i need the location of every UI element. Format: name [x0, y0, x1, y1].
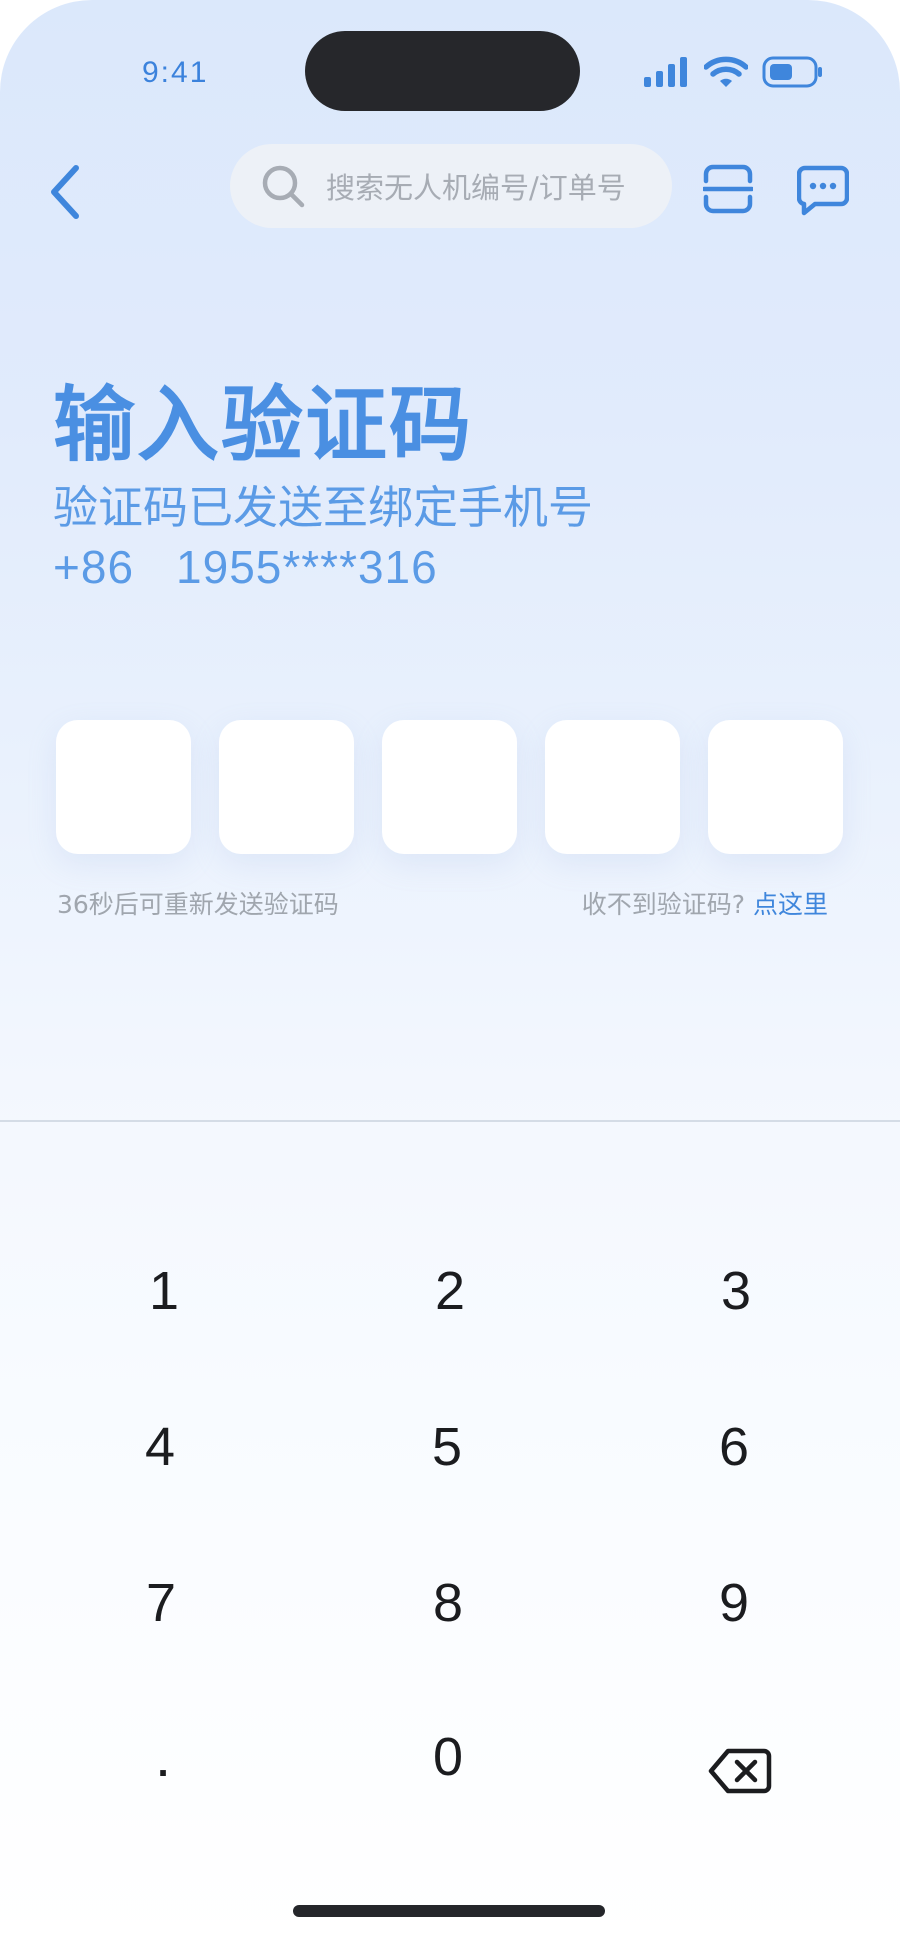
dynamic-island	[305, 31, 580, 111]
code-digit-box-1[interactable]	[56, 720, 191, 854]
status-icons	[644, 54, 824, 90]
code-input-group	[56, 720, 846, 854]
phone-screen: 9:41 搜索无人机编号/订单号 输入验证码 验证码已发送至绑定手机号 +86 …	[0, 0, 900, 1945]
search-icon	[262, 165, 305, 208]
key-2[interactable]: 2	[330, 1226, 570, 1356]
key-0[interactable]: 0	[328, 1692, 568, 1822]
no-code-label: 收不到验证码?	[581, 890, 746, 919]
cellular-signal-icon	[644, 57, 687, 87]
page-title: 输入验证码	[53, 378, 474, 473]
code-digit-box-3[interactable]	[382, 720, 517, 854]
key-delete[interactable]	[620, 1706, 860, 1836]
key-8[interactable]: 8	[328, 1538, 568, 1668]
key-1[interactable]: 1	[44, 1226, 284, 1356]
message-icon[interactable]	[797, 164, 849, 216]
home-indicator	[293, 1905, 605, 1917]
key-6[interactable]: 6	[614, 1382, 854, 1512]
code-digit-box-5[interactable]	[708, 720, 843, 854]
back-chevron-icon[interactable]	[44, 160, 92, 224]
scan-icon[interactable]	[703, 164, 753, 214]
key-dot[interactable]: .	[43, 1698, 283, 1828]
wifi-icon	[704, 56, 748, 87]
backspace-icon	[708, 1748, 772, 1794]
phone-number: +86 1955****316	[53, 540, 438, 594]
resend-countdown: 36秒后可重新发送验证码	[57, 890, 339, 919]
battery-icon	[762, 56, 822, 88]
help-text: 收不到验证码? 点这里	[582, 885, 828, 921]
help-link[interactable]: 点这里	[753, 890, 828, 919]
keypad-divider	[0, 1120, 900, 1122]
sent-to-text: 验证码已发送至绑定手机号	[53, 481, 594, 534]
key-5[interactable]: 5	[327, 1382, 567, 1512]
key-3[interactable]: 3	[616, 1226, 856, 1356]
masked-phone: 1955****316	[176, 541, 438, 593]
key-7[interactable]: 7	[41, 1538, 281, 1668]
code-digit-box-4[interactable]	[545, 720, 680, 854]
search-placeholder: 搜索无人机编号/订单号	[326, 171, 626, 205]
status-time: 9:41	[142, 56, 209, 89]
country-code: +86	[53, 541, 135, 593]
code-digit-box-2[interactable]	[219, 720, 354, 854]
search-input[interactable]: 搜索无人机编号/订单号	[230, 144, 672, 228]
key-9[interactable]: 9	[614, 1538, 854, 1668]
key-4[interactable]: 4	[40, 1382, 280, 1512]
